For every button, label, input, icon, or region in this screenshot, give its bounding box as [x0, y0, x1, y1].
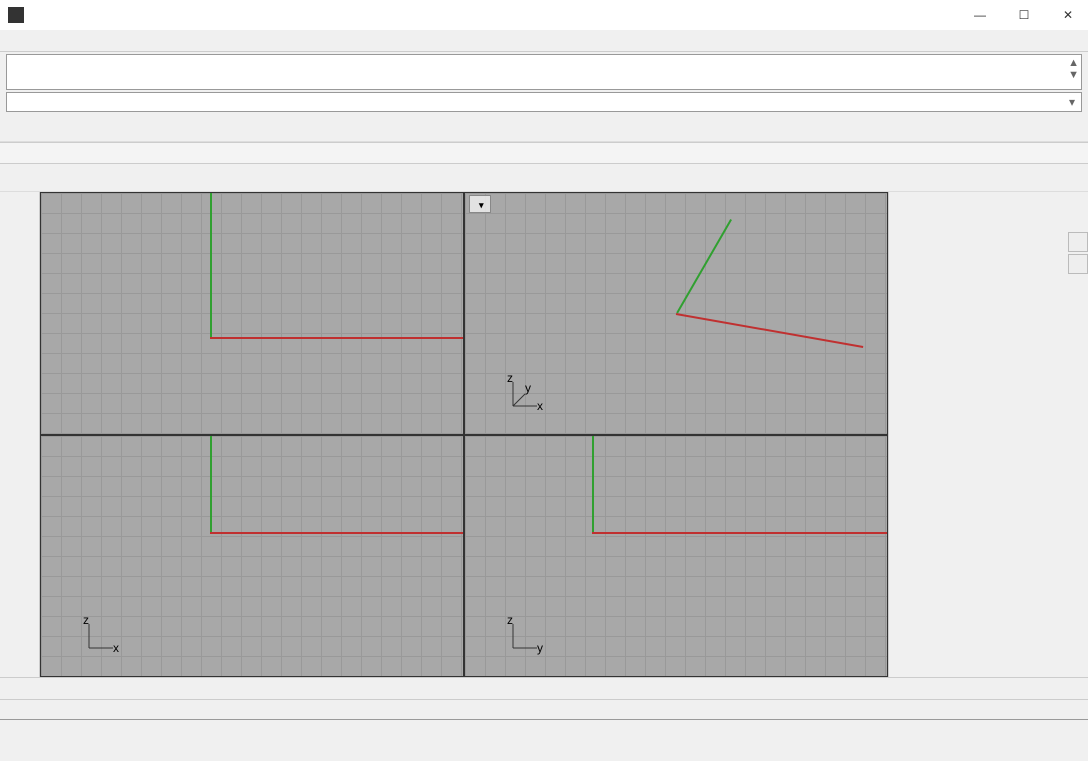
- app-icon: [8, 7, 24, 23]
- svg-text:x: x: [537, 399, 543, 413]
- svg-text:z: z: [507, 374, 513, 385]
- history-scroll-icon[interactable]: ▲▼: [1068, 57, 1079, 81]
- command-input-row[interactable]: ▾: [6, 92, 1082, 112]
- command-dropdown-icon[interactable]: ▾: [1069, 95, 1075, 109]
- svg-text:x: x: [113, 641, 119, 655]
- axis-gnomon: zy: [505, 616, 545, 656]
- close-button[interactable]: ✕: [1060, 7, 1076, 23]
- maximize-button[interactable]: ☐: [1016, 7, 1032, 23]
- viewport-label[interactable]: ▾: [469, 195, 491, 213]
- axis-gnomon: zx: [81, 616, 121, 656]
- side-tab[interactable]: [1068, 254, 1088, 274]
- axis-gnomon: z xy: [505, 374, 545, 414]
- viewport-front[interactable]: zx: [40, 435, 464, 678]
- command-history: ▲▼: [6, 54, 1082, 90]
- svg-text:y: y: [525, 381, 531, 395]
- viewport-top[interactable]: [40, 192, 464, 435]
- svg-text:z: z: [507, 616, 513, 627]
- minimize-button[interactable]: —: [972, 7, 988, 23]
- viewport-perspective[interactable]: ▾ z xy: [464, 192, 888, 435]
- side-tab[interactable]: [1068, 232, 1088, 252]
- svg-text:z: z: [83, 616, 89, 627]
- svg-text:y: y: [537, 641, 543, 655]
- viewport-right[interactable]: zy: [464, 435, 888, 678]
